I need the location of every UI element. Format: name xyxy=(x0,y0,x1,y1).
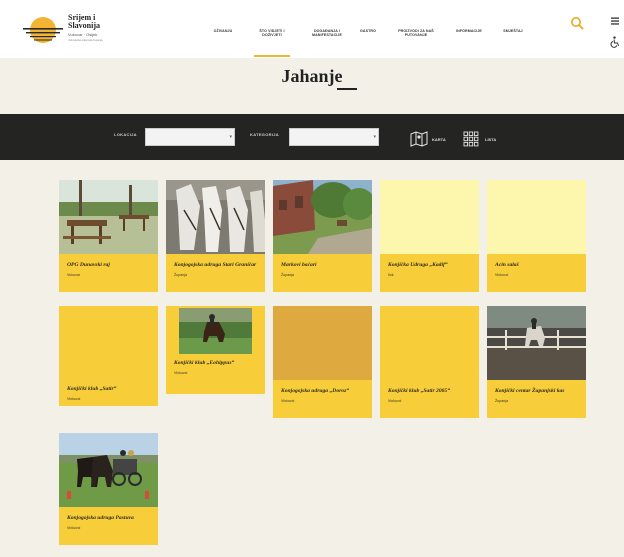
card-title[interactable]: Konjički centar Županjski kas xyxy=(495,388,578,394)
card-location: Vinkovci xyxy=(388,399,402,404)
card-photo-white-horses xyxy=(166,180,265,254)
card-caption: Konjička Udruga „Kadif“ Ilok xyxy=(380,254,479,292)
brand-title[interactable]: Srijem i Slavonija xyxy=(68,14,128,30)
card-location: Vukovar xyxy=(67,273,81,278)
card-caption: Konjogojska udruga „Doroz“ Vinkovci xyxy=(273,380,372,418)
card-eohippus[interactable]: Konjički klub „Eohippus“ Vinkovci xyxy=(166,306,265,394)
card-caption: Konjogojska udruga Pastuva Vinkovci xyxy=(59,507,158,545)
card-photo-placeholder xyxy=(380,306,479,380)
card-title[interactable]: Konjogojska udruga „Doroz“ xyxy=(281,388,364,394)
category-filter-label: KATEGORIJA xyxy=(250,132,279,137)
nav-item-gastro[interactable]: GASTRO xyxy=(356,29,380,33)
card-caption: Konjički klub „Eohippus“ Vinkovci xyxy=(166,360,265,375)
card-location: Vinkovci xyxy=(174,371,188,376)
card-photo-placeholder xyxy=(380,180,479,254)
category-select[interactable]: ▾ xyxy=(289,128,379,146)
card-title[interactable]: Konjička Udruga „Kadif“ xyxy=(388,262,471,268)
card-pastuva[interactable]: Konjogojska udruga Pastuva Vinkovci xyxy=(59,433,158,545)
card-satir-2005[interactable]: Konjički klub „Satir 2005“ Vinkovci xyxy=(380,306,479,418)
card-title[interactable]: Markovi baćari xyxy=(281,262,364,268)
nav-active-indicator xyxy=(254,55,290,57)
grid-view-icon[interactable] xyxy=(463,131,479,147)
card-photo-horse-carriage xyxy=(59,433,158,507)
brand-tagline: Vukovarsko-srijemska županija xyxy=(68,39,103,42)
card-photo-riding-arena xyxy=(487,306,586,380)
site-header: Srijem i Slavonija Vukovar · Osijek Vuko… xyxy=(0,0,624,58)
card-caption: Acin salaš Vinkovci xyxy=(487,254,586,292)
brand-subtitle: Vukovar · Osijek xyxy=(68,32,98,37)
card-satir[interactable]: Konjički klub „Satir“ Vinkovci xyxy=(59,306,158,406)
map-view-label[interactable]: KARTA xyxy=(432,137,446,142)
card-title[interactable]: Acin salaš xyxy=(495,262,578,268)
logo-sun-icon[interactable] xyxy=(22,14,64,48)
card-location: Ilok xyxy=(388,273,394,278)
card-title[interactable]: OPG Dunavski raj xyxy=(67,262,150,268)
card-photo-picnic-table xyxy=(59,180,158,254)
card-caption: Konjogojska udruga Stari Graničar Županj… xyxy=(166,254,265,292)
nav-item-sto-vidjeti[interactable]: ŠTO VIDJETI I DOŽIVJETI xyxy=(253,29,291,37)
search-icon[interactable] xyxy=(570,16,584,30)
card-title[interactable]: Konjogojska udruga Stari Graničar xyxy=(174,262,257,268)
card-caption: Markovi baćari Županja xyxy=(273,254,372,292)
card-caption: OPG Dunavski raj Vukovar xyxy=(59,254,158,292)
card-opg-dunavski-raj[interactable]: OPG Dunavski raj Vukovar xyxy=(59,180,158,292)
chevron-down-icon: ▾ xyxy=(373,134,376,140)
card-title[interactable]: Konjički klub „Satir“ xyxy=(67,386,150,392)
nav-item-smjestaj[interactable]: SMJEŠTAJ xyxy=(496,29,530,33)
list-view-label[interactable]: LISTA xyxy=(485,137,496,142)
card-location: Vinkovci xyxy=(281,399,295,404)
card-location: Županja xyxy=(281,273,294,278)
card-caption: Konjički centar Županjski kas Županja xyxy=(487,380,586,418)
card-photo-placeholder xyxy=(59,306,158,380)
card-location: Vinkovci xyxy=(67,526,81,531)
card-zupanjski-kas[interactable]: Konjički centar Županjski kas Županja xyxy=(487,306,586,418)
title-underline xyxy=(337,88,357,90)
card-kadif[interactable]: Konjička Udruga „Kadif“ Ilok xyxy=(380,180,479,292)
card-location: Vinkovci xyxy=(67,397,81,402)
hamburger-menu-icon[interactable] xyxy=(610,16,620,26)
nav-item-zivanju[interactable]: OŽIVANJU xyxy=(206,29,240,33)
nav-item-dogadanja[interactable]: DOGAĐANJA I MANIFESTACIJE xyxy=(306,29,348,37)
card-title[interactable]: Konjički klub „Satir 2005“ xyxy=(388,388,471,394)
card-caption: Konjički klub „Satir 2005“ Vinkovci xyxy=(380,380,479,418)
card-location: Županja xyxy=(174,273,187,278)
accessibility-icon[interactable] xyxy=(610,36,620,48)
map-view-icon[interactable] xyxy=(410,131,428,147)
card-doroz[interactable]: Konjogojska udruga „Doroz“ Vinkovci xyxy=(273,306,372,418)
card-caption: Konjički klub „Satir“ Vinkovci xyxy=(59,380,158,406)
location-filter-label: LOKACIJA xyxy=(114,132,137,137)
card-photo-stables xyxy=(273,180,372,254)
card-title[interactable]: Konjogojska udruga Pastuva xyxy=(67,515,150,521)
card-photo-horse-rider xyxy=(179,308,252,354)
card-acin-salas[interactable]: Acin salaš Vinkovci xyxy=(487,180,586,292)
card-location: Vinkovci xyxy=(495,273,509,278)
card-location: Županja xyxy=(495,399,508,404)
card-stari-granicar[interactable]: Konjogojska udruga Stari Graničar Županj… xyxy=(166,180,265,292)
location-select[interactable]: ▾ xyxy=(145,128,235,146)
nav-item-informacije[interactable]: INFORMACIJE xyxy=(450,29,488,33)
card-photo-placeholder xyxy=(487,180,586,254)
page-title: Jahanje xyxy=(281,66,343,86)
card-photo-placeholder xyxy=(273,306,372,380)
chevron-down-icon: ▾ xyxy=(229,134,232,140)
card-title[interactable]: Konjički klub „Eohippus“ xyxy=(174,360,257,366)
card-markovi-bacari[interactable]: Markovi baćari Županja xyxy=(273,180,372,292)
nav-item-proizvodi[interactable]: PROIZVODI ZA NAŠ PUTOVANJE xyxy=(393,29,439,37)
